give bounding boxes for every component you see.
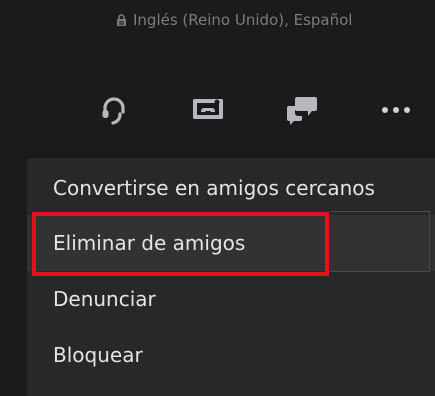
share-screen-button[interactable] — [186, 88, 230, 132]
more-dots-icon — [381, 106, 411, 114]
lock-icon — [116, 13, 127, 27]
profile-actions-bar — [0, 88, 435, 132]
more-options-menu: Convertirse en amigos cercanos Eliminar … — [27, 158, 435, 396]
languages-row: Inglés (Reino Unido), Español — [116, 11, 352, 29]
menu-item-label: Denunciar — [53, 287, 156, 311]
menu-item-block[interactable]: Bloquear — [27, 327, 435, 383]
languages-text: Inglés (Reino Unido), Español — [133, 11, 353, 29]
menu-item-close-friends[interactable]: Convertirse en amigos cercanos — [27, 160, 435, 216]
menu-item-label: Convertirse en amigos cercanos — [53, 176, 375, 200]
more-options-button[interactable] — [374, 88, 418, 132]
headset-icon — [99, 94, 129, 126]
chat-bubbles-icon — [285, 95, 319, 125]
menu-item-report[interactable]: Denunciar — [27, 271, 435, 327]
message-button[interactable] — [280, 88, 324, 132]
friend-profile-screen: Inglés (Reino Unido), Español Convertirs… — [0, 0, 435, 396]
menu-item-remove-friend[interactable]: Eliminar de amigos — [27, 215, 435, 271]
menu-item-label: Bloquear — [53, 343, 143, 367]
menu-item-label: Eliminar de amigos — [53, 231, 246, 255]
voice-chat-button[interactable] — [92, 88, 136, 132]
screen-share-icon — [191, 97, 225, 123]
